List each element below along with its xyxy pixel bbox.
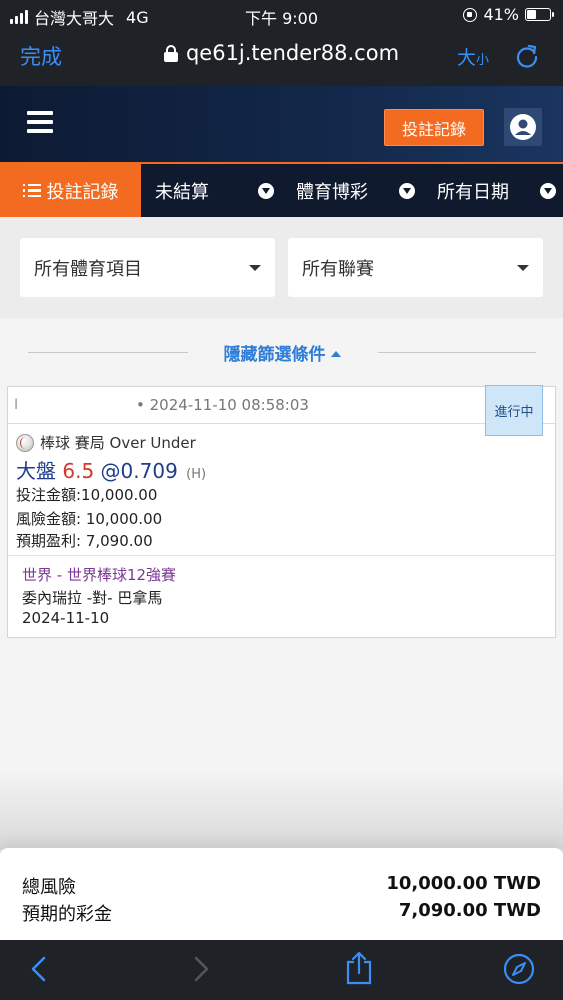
tab-label: 所有日期 xyxy=(437,181,509,203)
text-size-small: 小 xyxy=(476,53,490,68)
summary-panel: 總風險 10,000.00 TWD 預期的彩金 7,090.00 TWD xyxy=(0,848,563,940)
odds: @0.709 xyxy=(100,459,178,483)
expected-payout-value: 7,090.00 TWD xyxy=(398,900,541,921)
app-header: 投註記錄 xyxy=(0,86,563,164)
caret-down-icon xyxy=(249,265,261,271)
toggle-filters-row: 隱藏篩選條件 xyxy=(28,340,536,365)
tab-label: 體育博彩 xyxy=(296,181,368,203)
risk-amount: 風險金額: 10,000.00 xyxy=(16,510,163,528)
handicap: 6.5 xyxy=(62,459,95,483)
status-badge: 進行中 xyxy=(485,385,543,436)
compass-icon[interactable] xyxy=(503,953,535,989)
back-icon[interactable] xyxy=(28,954,50,988)
hide-filters-toggle[interactable]: 隱藏篩選條件 xyxy=(28,340,536,365)
bet-id-redacted xyxy=(14,396,134,416)
tab-unsettled[interactable]: 未結算 xyxy=(155,164,209,217)
browser-bar: 完成 qe61j.tender88.com 大小 xyxy=(0,30,563,86)
league-select-value: 所有聯賽 xyxy=(302,258,374,280)
bet-card[interactable]: • 2024-11-10 08:58:03 進行中 棒球 賽局 Over Und… xyxy=(7,385,556,638)
chevron-down-icon[interactable] xyxy=(399,183,415,199)
expected-win: 預期盈利: 7,090.00 xyxy=(16,532,153,550)
chevron-down-icon[interactable] xyxy=(258,183,274,199)
league-name: 世界 - 世界棒球12強賽 xyxy=(22,566,177,584)
toggle-label: 隱藏篩選條件 xyxy=(223,345,326,365)
match-date: 2024-11-10 xyxy=(22,609,110,627)
bet-card-header: • 2024-11-10 08:58:03 xyxy=(8,387,555,424)
sport-select[interactable]: 所有體育項目 xyxy=(20,238,275,297)
total-risk-row: 總風險 10,000.00 TWD xyxy=(22,873,541,899)
total-risk-value: 10,000.00 TWD xyxy=(386,873,541,894)
share-icon[interactable] xyxy=(345,950,373,990)
total-risk-label: 總風險 xyxy=(22,877,76,898)
tab-bet-records[interactable]: 投註記錄 xyxy=(0,164,141,217)
bet-selection-line: 大盤 6.5 @0.709 (H) xyxy=(16,455,206,484)
expected-payout-label: 預期的彩金 xyxy=(22,904,112,925)
rotation-lock-icon xyxy=(463,7,478,22)
filters-panel: 所有體育項目 所有聯賽 xyxy=(0,217,563,318)
text-size-button[interactable]: 大小 xyxy=(457,43,489,70)
hamburger-icon[interactable] xyxy=(27,111,53,133)
reload-icon[interactable] xyxy=(514,43,540,73)
caret-down-icon xyxy=(517,265,529,271)
status-bar: 台灣大哥大 4G 下午 9:00 41% xyxy=(0,0,563,30)
bet-timestamp: • 2024-11-10 08:58:03 xyxy=(136,396,309,414)
stake: 投注金額:10,000.00 xyxy=(16,486,158,504)
text-size-big: 大 xyxy=(457,47,477,69)
battery-percent: 41% xyxy=(483,5,519,24)
tab-sports[interactable]: 體育博彩 xyxy=(296,164,368,217)
bet-list: 隱藏篩選條件 • 2024-11-10 08:58:03 進行中 棒球 賽局 O… xyxy=(0,318,563,848)
tabs-bar: 投註記錄 未結算 體育博彩 所有日期 xyxy=(0,164,563,217)
baseball-icon xyxy=(16,433,34,452)
list-icon xyxy=(22,183,41,199)
battery-icon xyxy=(525,8,554,21)
league-select[interactable]: 所有聯賽 xyxy=(288,238,543,297)
browser-toolbar xyxy=(0,940,563,1000)
match-name: 委內瑞拉 -對- 巴拿馬 xyxy=(22,589,163,607)
url-text: qe61j.tender88.com xyxy=(185,41,400,65)
tab-label: 投註記錄 xyxy=(46,181,119,203)
sport-line: 棒球 賽局 Over Under xyxy=(16,432,196,453)
tab-label: 未結算 xyxy=(155,181,209,203)
padlock-icon xyxy=(163,44,178,62)
expected-payout-row: 預期的彩金 7,090.00 TWD xyxy=(22,900,541,926)
caret-up-icon xyxy=(330,351,341,357)
chevron-down-icon[interactable] xyxy=(540,183,556,199)
sport-market: 棒球 賽局 Over Under xyxy=(40,434,196,452)
tab-all-dates[interactable]: 所有日期 xyxy=(437,164,509,217)
bet-record-button[interactable]: 投註記錄 xyxy=(384,109,484,146)
sport-select-value: 所有體育項目 xyxy=(34,258,142,280)
user-icon[interactable] xyxy=(504,108,542,146)
forward-icon[interactable] xyxy=(190,954,212,988)
side: (H) xyxy=(186,467,207,482)
selection: 大盤 xyxy=(16,459,56,483)
